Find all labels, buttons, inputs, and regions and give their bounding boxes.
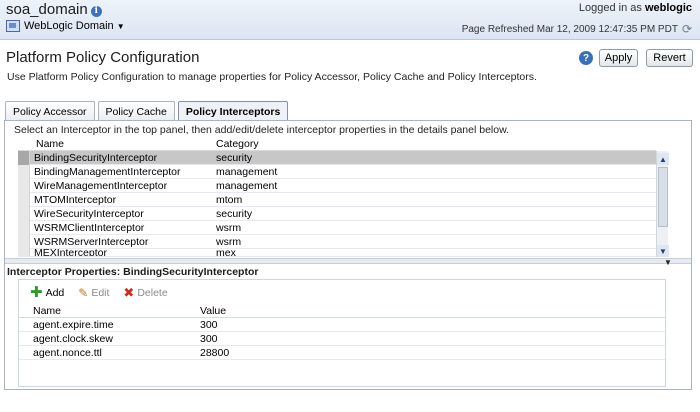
properties-title: Interceptor Properties: BindingSecurityI…: [7, 266, 259, 278]
property-name: agent.expire.time: [33, 318, 114, 331]
column-header-category[interactable]: Category: [216, 138, 656, 150]
table-row[interactable]: agent.clock.skew 300: [19, 332, 665, 346]
interceptor-table: Name Category BindingSecurityInterceptor…: [18, 137, 656, 257]
delete-button[interactable]: ✖ Delete: [123, 285, 167, 301]
tab-policy-cache[interactable]: Policy Cache: [97, 101, 175, 121]
table-row[interactable]: BindingSecurityInterceptor security: [18, 150, 656, 165]
logged-in-prefix: Logged in as: [578, 2, 642, 14]
domain-title: soa_domain i: [6, 1, 102, 18]
page-refreshed: Page Refreshed Mar 12, 2009 12:47:35 PM …: [462, 22, 692, 36]
interceptor-category: wsrm: [216, 235, 242, 248]
edit-label: Edit: [91, 287, 110, 299]
tab-policy-interceptors[interactable]: Policy Interceptors: [177, 101, 289, 121]
interceptor-instruction: Select an Interceptor in the top panel, …: [14, 124, 509, 136]
revert-button[interactable]: Revert: [646, 49, 693, 67]
row-selector[interactable]: [18, 164, 30, 179]
vertical-scrollbar[interactable]: ▲ ▼: [656, 151, 669, 257]
logged-in-status: Logged in as weblogic: [579, 2, 692, 14]
plus-icon: ✚: [30, 284, 43, 301]
table-row[interactable]: agent.expire.time 300: [19, 318, 665, 332]
column-header-value[interactable]: Value: [200, 305, 650, 317]
table-row[interactable]: BindingManagementInterceptor management: [18, 164, 656, 179]
header-spacer: [18, 137, 30, 151]
refresh-icon[interactable]: ⟳: [682, 22, 692, 36]
page-description: Use Platform Policy Configuration to man…: [7, 71, 537, 83]
row-selector[interactable]: [18, 150, 30, 165]
domain-icon: [6, 20, 20, 32]
scroll-down-icon[interactable]: ▼: [657, 245, 669, 257]
weblogic-domain-menu[interactable]: WebLogic Domain ▼: [6, 20, 125, 32]
page-refreshed-text: Page Refreshed Mar 12, 2009 12:47:35 PM …: [461, 23, 678, 35]
splitter-collapse-icon[interactable]: ▼: [664, 258, 672, 267]
table-row[interactable]: MTOMInterceptor mtom: [18, 192, 656, 207]
scroll-thumb[interactable]: [658, 167, 668, 227]
interceptor-name: WSRMServerInterceptor: [34, 235, 149, 248]
row-selector[interactable]: [18, 192, 30, 207]
table-row[interactable]: WSRMServerInterceptor wsrm: [18, 234, 656, 249]
delete-label: Delete: [137, 287, 168, 299]
page-title: Platform Policy Configuration: [6, 49, 200, 66]
interceptor-name: WireSecurityInterceptor: [34, 207, 144, 220]
interceptor-name: WireManagementInterceptor: [34, 179, 168, 192]
property-name: agent.clock.skew: [33, 332, 113, 345]
page-header: soa_domain i WebLogic Domain ▼ Logged in…: [0, 0, 700, 40]
row-selector[interactable]: [18, 206, 30, 221]
table-header: Name Value: [19, 304, 665, 318]
table-row[interactable]: MEXInterceptor mex: [18, 249, 656, 257]
help-icon[interactable]: ?: [579, 51, 593, 65]
add-button[interactable]: ✚ Add: [30, 284, 65, 301]
row-selector[interactable]: [18, 234, 30, 249]
property-value: 300: [200, 318, 218, 331]
table-row[interactable]: WireManagementInterceptor management: [18, 178, 656, 193]
properties-toolbar: ✚ Add ✎ Edit ✖ Delete: [30, 285, 182, 301]
pencil-icon: ✎: [78, 286, 89, 300]
domain-title-text: soa_domain: [6, 1, 88, 18]
interceptor-category: security: [216, 151, 253, 164]
interceptor-category: mex: [216, 249, 236, 257]
domain-menu-label: WebLogic Domain: [24, 20, 114, 32]
scroll-up-icon[interactable]: ▲: [657, 153, 669, 165]
column-header-name[interactable]: Name: [30, 138, 216, 150]
table-row[interactable]: agent.nonce.ttl 28800: [19, 346, 665, 360]
row-selector[interactable]: [18, 220, 30, 235]
interceptor-category: wsrm: [216, 221, 242, 234]
table-header: Name Category: [18, 137, 656, 151]
property-value: 28800: [200, 346, 230, 359]
tab-policy-accessor[interactable]: Policy Accessor: [5, 101, 95, 121]
interceptor-name: MEXInterceptor: [34, 249, 107, 257]
interceptor-category: security: [216, 207, 253, 220]
panel-splitter[interactable]: [5, 258, 691, 264]
edit-button[interactable]: ✎ Edit: [78, 286, 109, 300]
row-selector[interactable]: [18, 178, 30, 193]
delete-x-icon: ✖: [123, 285, 135, 300]
chevron-down-icon: ▼: [116, 21, 125, 31]
interceptor-category: mtom: [216, 193, 243, 206]
table-row[interactable]: WireSecurityInterceptor security: [18, 206, 656, 221]
interceptor-category: management: [216, 165, 278, 178]
info-icon[interactable]: i: [90, 5, 102, 17]
properties-table: Name Value agent.expire.time 300 agent.c…: [19, 304, 665, 360]
add-label: Add: [45, 287, 65, 299]
interceptor-name: WSRMClientInterceptor: [34, 221, 145, 234]
interceptor-name: BindingSecurityInterceptor: [34, 151, 158, 164]
property-name: agent.nonce.ttl: [33, 346, 102, 359]
interceptor-name: BindingManagementInterceptor: [34, 165, 181, 178]
tab-bar: Policy Accessor Policy Cache Policy Inte…: [5, 101, 291, 121]
table-row[interactable]: WSRMClientInterceptor wsrm: [18, 220, 656, 235]
apply-button[interactable]: Apply: [599, 49, 638, 67]
interceptor-name: MTOMInterceptor: [34, 193, 117, 206]
interceptor-category: management: [216, 179, 278, 192]
logged-in-user: weblogic: [644, 2, 692, 14]
column-header-name[interactable]: Name: [19, 305, 200, 317]
row-selector[interactable]: [18, 249, 30, 256]
property-value: 300: [200, 332, 218, 345]
